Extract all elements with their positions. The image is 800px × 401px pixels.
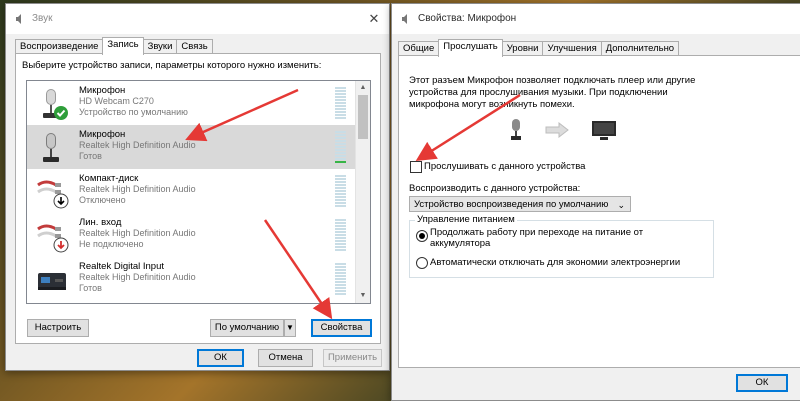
speaker-icon [16, 14, 21, 24]
playback-device-select[interactable]: Устройство воспроизведения по умолчанию … [409, 196, 631, 212]
scroll-up-icon[interactable]: ▲ [356, 81, 370, 95]
tab-recording[interactable]: Запись [102, 37, 144, 55]
radio-continue-on-battery-label-2: аккумулятора [430, 238, 491, 249]
scroll-down-icon[interactable]: ▼ [356, 289, 370, 303]
device-driver: Realtek High Definition Audio [79, 140, 196, 150]
description-line-1: Этот разъем Микрофон позволяет подключат… [409, 75, 696, 86]
level-meter [335, 175, 346, 208]
description-line-3: микрофона могут возникнуть помехи. [409, 99, 575, 110]
ok-button[interactable]: ОК [197, 349, 244, 367]
device-list-scrollbar[interactable]: ▲ ▼ [355, 81, 370, 303]
instruction-text: Выберите устройство записи, параметры ко… [22, 60, 322, 71]
chevron-down-icon: ▼ [286, 323, 294, 332]
device-driver: HD Webcam C270 [79, 96, 154, 106]
level-meter [335, 263, 346, 296]
list-item[interactable]: Realtek Digital Input Realtek High Defin… [27, 257, 356, 301]
monitor-icon [592, 121, 616, 140]
level-meter [335, 131, 346, 164]
tab-general[interactable]: Общие [398, 41, 440, 56]
tab-listen[interactable]: Прослушать [438, 39, 503, 57]
tab-playback[interactable]: Воспроизведение [15, 39, 104, 54]
list-item[interactable]: Микрофон HD Webcam C270 Устройство по ум… [27, 81, 356, 125]
tab-sounds[interactable]: Звуки [142, 39, 178, 54]
configure-button[interactable]: Настроить [27, 319, 89, 337]
properties-button[interactable]: Свойства [311, 319, 372, 337]
close-button[interactable]: ✕ [359, 4, 389, 34]
playback-label: Воспроизводить с данного устройства: [409, 183, 581, 194]
device-name: Компакт-диск [79, 173, 139, 184]
microphone-icon [43, 133, 59, 162]
device-name: Микрофон [79, 85, 126, 96]
sound-tabs: Воспроизведение Запись Звуки Связь [15, 37, 213, 55]
list-item[interactable]: Микрофон Realtek High Definition Audio Г… [27, 125, 356, 169]
listen-panel: Этот разъем Микрофон позволяет подключат… [398, 55, 800, 368]
microphone-icon [511, 119, 521, 140]
level-meter [335, 219, 346, 252]
device-status: Отключено [79, 195, 126, 205]
listen-checkbox[interactable] [410, 161, 422, 173]
ok-button[interactable]: ОК [736, 374, 788, 392]
chevron-down-icon: ⌄ [617, 200, 625, 210]
speaker-icon [402, 14, 407, 24]
arrow-right-icon [545, 122, 569, 138]
window-title: Свойства: Микрофон [418, 13, 517, 24]
set-default-dropdown[interactable]: ▼ [284, 319, 296, 337]
device-driver: Realtek High Definition Audio [79, 184, 196, 194]
radio-continue-on-battery[interactable] [416, 230, 428, 242]
radio-auto-disable-label: Автоматически отключать для экономии эле… [430, 257, 681, 268]
device-status: Готов [79, 151, 102, 161]
tab-levels[interactable]: Уровни [501, 41, 544, 56]
device-status: Устройство по умолчанию [79, 107, 188, 117]
properties-window: Свойства: Микрофон Общие Прослушать Уров… [391, 3, 800, 401]
device-driver: Realtek High Definition Audio [79, 228, 196, 238]
device-name: Лин. вход [79, 217, 122, 228]
cancel-button[interactable]: Отмена [258, 349, 313, 367]
description-line-2: устройства для прослушивания музыки. При… [409, 87, 668, 98]
line-in-icon [37, 224, 69, 253]
power-group-label: Управление питанием [415, 214, 517, 225]
recording-panel: Выберите устройство записи, параметры ко… [15, 53, 381, 344]
device-name: Микрофон [79, 129, 126, 140]
sound-window: Звук ✕ Воспроизведение Запись Звуки Связ… [5, 3, 390, 371]
tab-communications[interactable]: Связь [176, 39, 213, 54]
list-item[interactable]: Лин. вход Realtek High Definition Audio … [27, 213, 356, 257]
radio-auto-disable[interactable] [416, 257, 428, 269]
digital-input-icon [38, 273, 66, 290]
tab-enhancements[interactable]: Улучшения [542, 41, 602, 56]
device-driver: Realtek High Definition Audio [79, 272, 196, 282]
device-list[interactable]: Микрофон HD Webcam C270 Устройство по ум… [26, 80, 371, 304]
apply-button[interactable]: Применить [323, 349, 382, 367]
radio-continue-on-battery-label-1: Продолжать работу при переходе на питани… [430, 227, 644, 238]
list-item[interactable]: Компакт-диск Realtek High Definition Aud… [27, 169, 356, 213]
device-status: Готов [79, 283, 102, 293]
set-default-button[interactable]: По умолчанию [210, 319, 284, 337]
device-status: Не подключено [79, 239, 144, 249]
sound-titlebar[interactable]: Звук ✕ [6, 4, 389, 34]
cd-audio-icon [37, 180, 69, 209]
playback-device-value: Устройство воспроизведения по умолчанию [414, 199, 609, 210]
properties-tabs: Общие Прослушать Уровни Улучшения Дополн… [398, 39, 680, 57]
properties-titlebar[interactable]: Свойства: Микрофон [392, 4, 800, 34]
window-title: Звук [32, 13, 53, 24]
listen-checkbox-label: Прослушивать с данного устройства [424, 161, 586, 172]
scroll-thumb[interactable] [358, 95, 368, 139]
tab-advanced[interactable]: Дополнительно [600, 41, 680, 56]
device-name: Realtek Digital Input [79, 261, 165, 272]
microphone-default-icon [43, 89, 68, 120]
level-meter [335, 87, 346, 120]
